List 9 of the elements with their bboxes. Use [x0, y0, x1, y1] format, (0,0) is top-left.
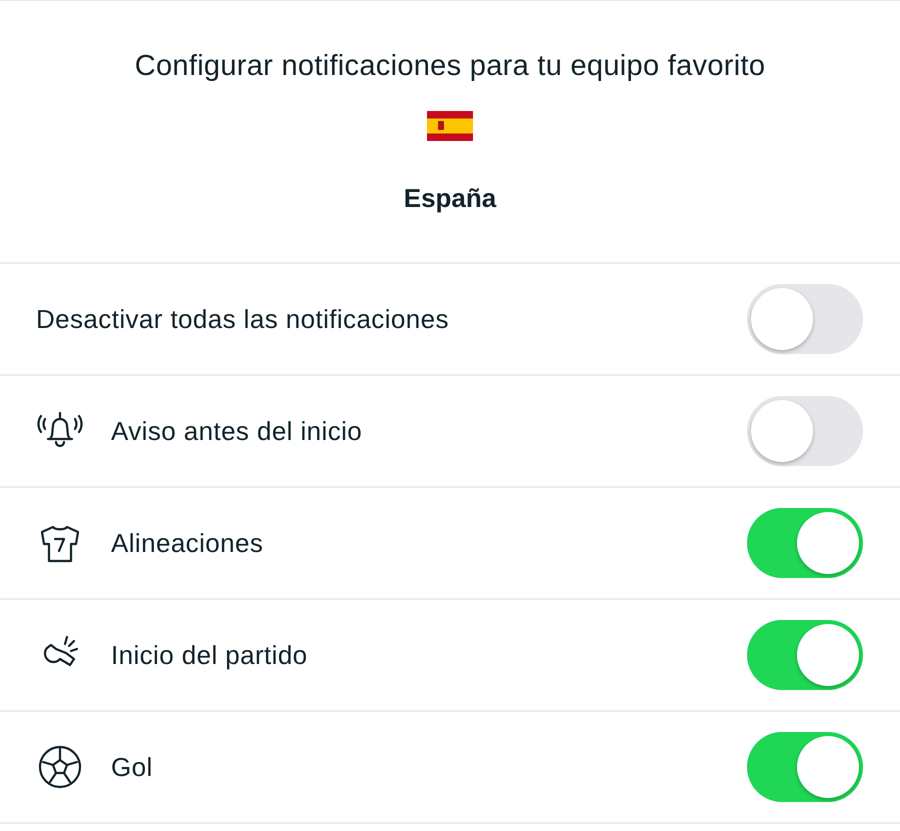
setting-label: Gol	[111, 750, 154, 784]
setting-label: Aviso antes del inicio	[111, 414, 364, 448]
soccer-ball-icon	[36, 743, 84, 791]
setting-label: Desactivar todas las notificaciones	[36, 302, 450, 336]
title: Configurar notificaciones para tu equipo favorito	[134, 49, 766, 84]
setting-label: Inicio del partido	[111, 638, 309, 672]
setting-label: Alineaciones	[111, 526, 264, 560]
team-name: España	[404, 182, 496, 214]
flag-icon	[427, 110, 473, 140]
